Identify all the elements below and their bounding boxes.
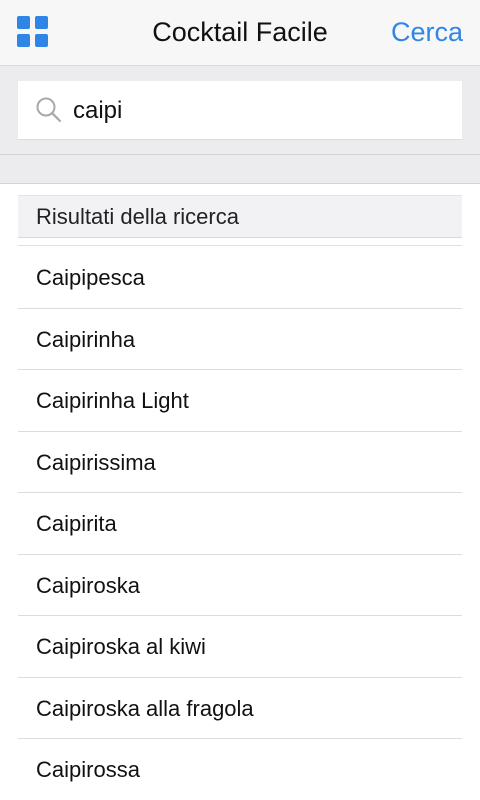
- list-item[interactable]: Caipirita: [18, 493, 462, 555]
- list-item[interactable]: Caipirinha: [18, 309, 462, 370]
- list-item-label: Caipiroska alla fragola: [36, 695, 254, 721]
- search-area: [0, 66, 480, 184]
- divider: [18, 245, 462, 246]
- list-item-label: Caipirossa: [36, 757, 140, 782]
- list-item[interactable]: Caipirissima: [18, 432, 462, 493]
- list-item-label: Caipiroska: [36, 572, 140, 598]
- search-input[interactable]: [73, 81, 453, 140]
- list-item-label: Caipirita: [36, 511, 117, 536]
- list-item-label: Caipiroska al kiwi: [36, 634, 206, 659]
- list-item-label: Caipirinha: [36, 326, 136, 352]
- list-item-label: Caipipesca: [36, 265, 145, 290]
- list-item[interactable]: Caipipesca: [18, 247, 462, 309]
- list-item-label: Caipirinha Light: [36, 388, 189, 413]
- search-action-button[interactable]: Cerca: [391, 16, 463, 48]
- search-box[interactable]: [18, 81, 462, 140]
- results-section-title: Risultati della ricerca: [36, 204, 239, 229]
- list-item[interactable]: Caipiroska al kiwi: [18, 616, 462, 678]
- results-section-header: Risultati della ricerca: [18, 195, 462, 238]
- list-item[interactable]: Caipiroska alla fragola: [18, 678, 462, 739]
- search-icon: [36, 97, 62, 123]
- list-item[interactable]: Caipirossa: [18, 739, 462, 800]
- top-navigation-bar: Cocktail Facile Cerca: [0, 0, 480, 66]
- results-list: Caipipesca Caipirinha Caipirinha Light C…: [18, 247, 462, 800]
- list-item[interactable]: Caipirinha Light: [18, 370, 462, 432]
- results-panel: Risultati della ricerca Caipipesca Caipi…: [0, 185, 480, 800]
- list-item[interactable]: Caipiroska: [18, 555, 462, 616]
- app-screen: Cocktail Facile Cerca Risultati della ri…: [0, 0, 480, 800]
- search-divider: [0, 154, 480, 155]
- list-item-label: Caipirissima: [36, 449, 156, 475]
